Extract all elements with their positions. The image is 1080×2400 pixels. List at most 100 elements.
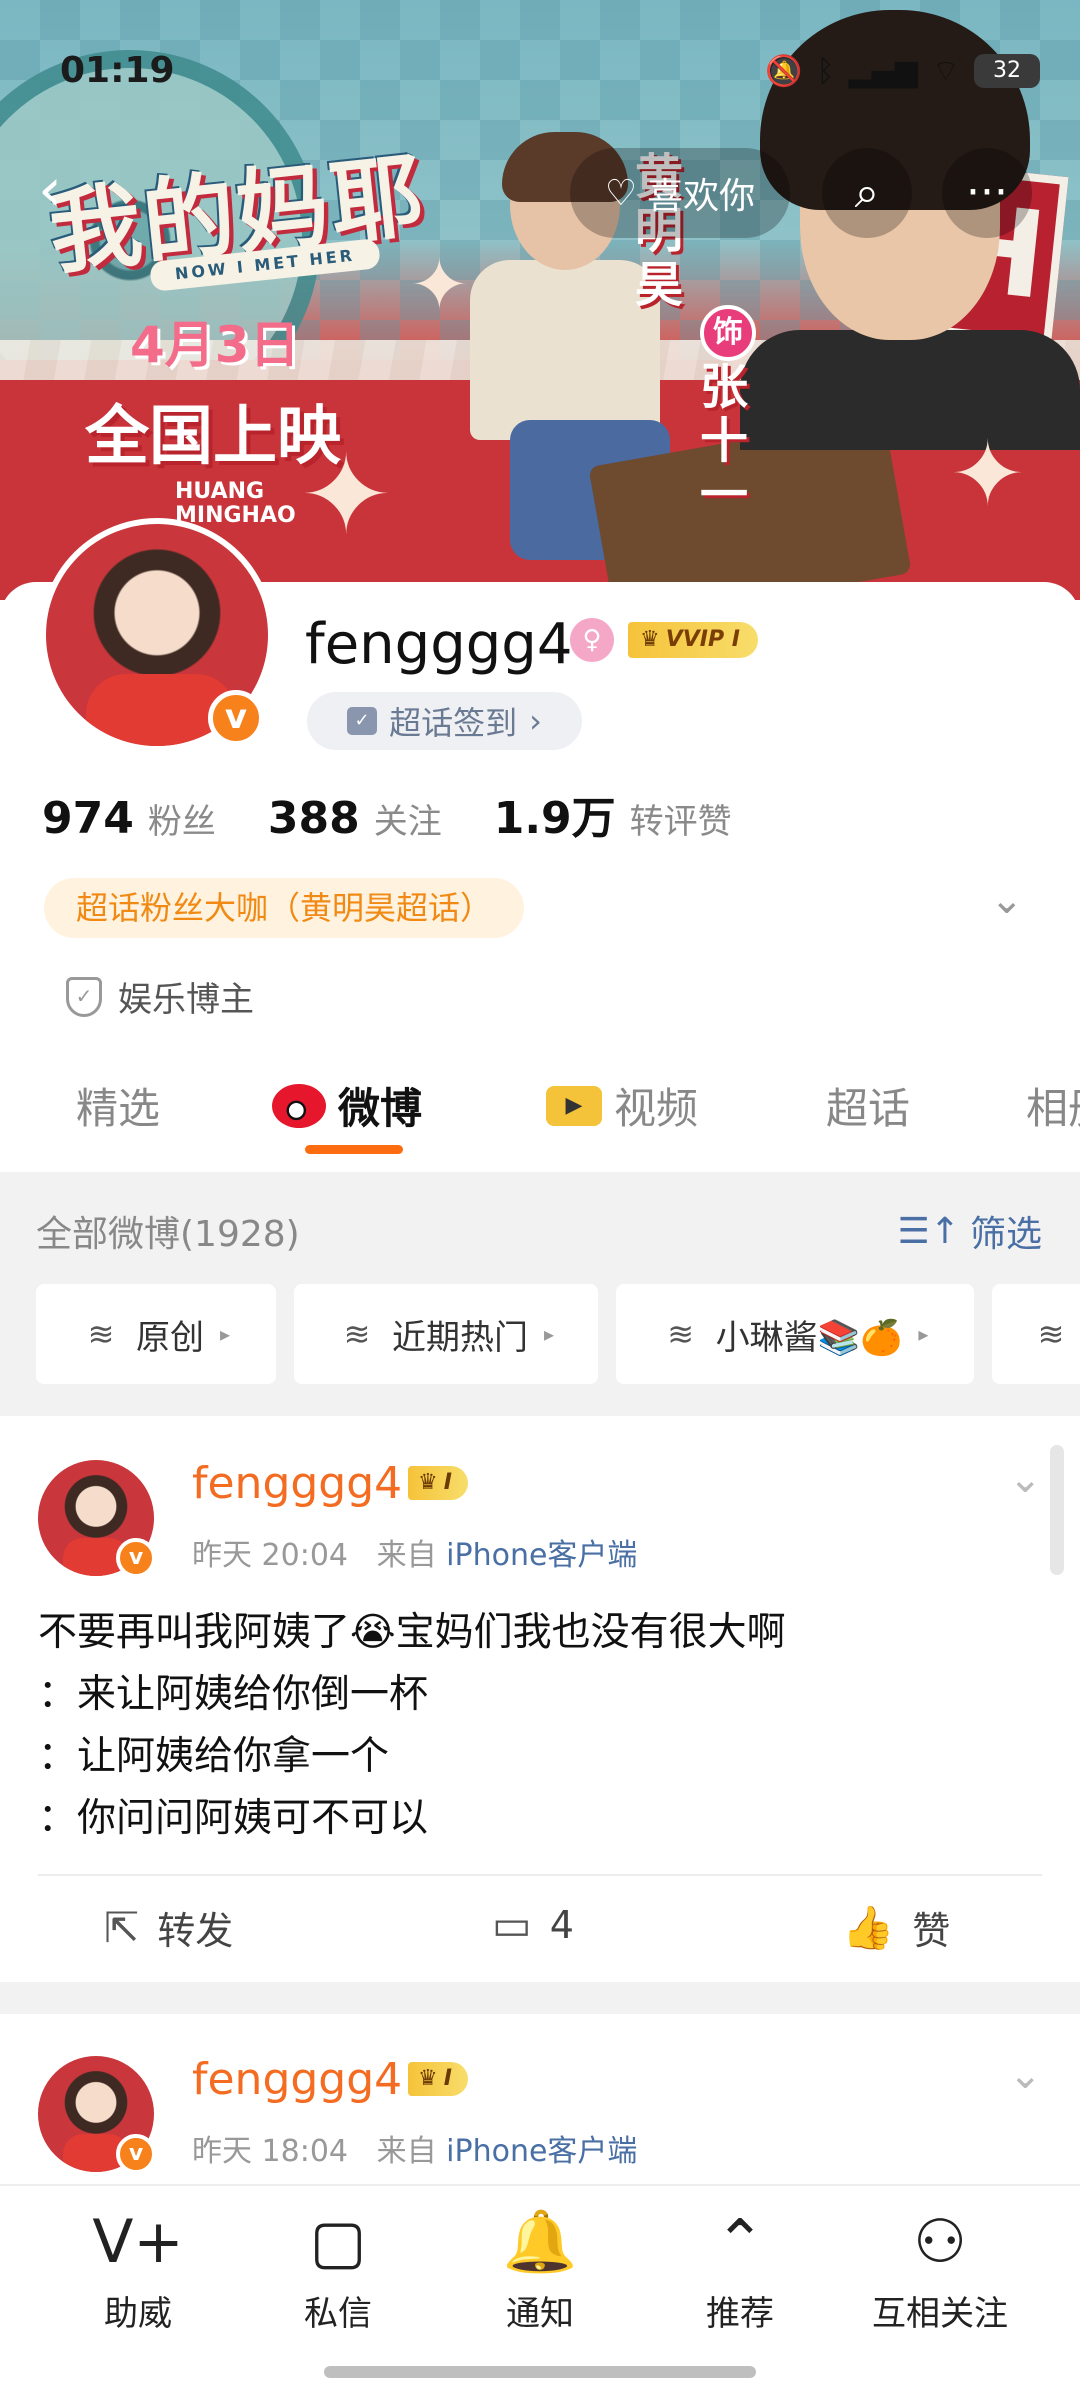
sparkle-icon: ✦ bbox=[300, 431, 393, 559]
bell-icon: 🔔 bbox=[502, 2207, 578, 2277]
stat-interactions[interactable]: 1.9万 转评赞 bbox=[494, 782, 732, 846]
layers-icon: ≋ bbox=[667, 1315, 695, 1353]
wifi-icon: ⌔ bbox=[931, 54, 960, 89]
profile-username: fengggg4 bbox=[305, 612, 573, 677]
feed-title: 全部微博(1928) bbox=[36, 1214, 300, 1255]
stat-value: 1.9万 bbox=[493, 793, 616, 844]
scrollbar[interactable] bbox=[1050, 1445, 1064, 1575]
like-label: 赞 bbox=[912, 1909, 951, 1953]
home-indicator[interactable] bbox=[324, 2366, 756, 2378]
supertopic-fan-badge[interactable]: 超话粉丝大咖（黄明昊超话） bbox=[44, 878, 525, 938]
filter-sort-icon: ☰↑ bbox=[897, 1210, 960, 1252]
filter-chip-trending[interactable]: ≋ 近期热门 ▸ bbox=[294, 1284, 598, 1384]
thumbs-up-icon: 👍 bbox=[842, 1902, 895, 1952]
bluetooth-icon: ᛒ bbox=[816, 53, 835, 89]
crown-icon: ♛ bbox=[418, 1470, 438, 1495]
nav-label: 互相关注 bbox=[872, 2294, 1008, 2334]
tab-label: 视频 bbox=[614, 1084, 699, 1133]
stat-label: 粉丝 bbox=[147, 802, 216, 842]
post-source[interactable]: iPhone客户端 bbox=[446, 1538, 637, 1573]
tab-label: 微博 bbox=[338, 1084, 423, 1133]
nav-messages[interactable]: ▢ 私信 bbox=[258, 2200, 418, 2335]
post-source[interactable]: iPhone客户端 bbox=[446, 2134, 637, 2169]
video-icon: ▶ bbox=[546, 1085, 602, 1126]
mutual-follow-icon: ⚇ bbox=[913, 2207, 967, 2277]
filter-chip-original[interactable]: ≋ 原创 ▸ bbox=[36, 1284, 276, 1384]
more-icon: ··· bbox=[966, 167, 1008, 218]
tab-video[interactable]: ▶ 视频 bbox=[546, 1075, 698, 1136]
nav-recommend[interactable]: ⌃ 推荐 bbox=[660, 2200, 820, 2335]
movie-date: 4月3日 bbox=[130, 316, 300, 374]
tab-album[interactable]: 相册 bbox=[1026, 1075, 1080, 1136]
post-line: ：你问问阿姨可不可以 bbox=[38, 1796, 429, 1841]
back-icon: ‹ bbox=[38, 155, 62, 225]
vip-badge[interactable]: ♛ I bbox=[408, 2062, 468, 2096]
like-button[interactable]: ♡ 喜欢你 bbox=[570, 148, 790, 238]
post-options-chevron-icon[interactable]: ⌄ bbox=[1008, 2052, 1042, 2098]
share-icon: ⇱ bbox=[104, 1903, 140, 1952]
chip-arrow-icon: ▸ bbox=[918, 1322, 929, 1346]
apple-icon: ♡ bbox=[604, 172, 638, 214]
post-author[interactable]: fengggg4 bbox=[192, 2054, 402, 2105]
layers-icon: ≋ bbox=[1037, 1315, 1065, 1353]
vip-label: VVIP I bbox=[665, 627, 740, 652]
crown-icon: ♛ bbox=[418, 2066, 438, 2091]
chip-label: 小琳酱📚🍊 bbox=[715, 1317, 903, 1358]
nav-notifications[interactable]: 🔔 通知 bbox=[460, 2200, 620, 2335]
weibo-logo-icon bbox=[272, 1083, 326, 1128]
post-card[interactable]: v fengggg4 ♛ I ⌄ 昨天 20:04 来自 iPhone客户端 不要… bbox=[0, 1416, 1080, 1982]
stat-following[interactable]: 388 关注 bbox=[268, 793, 442, 844]
tab-supertopic[interactable]: 超话 bbox=[826, 1075, 910, 1136]
vip-badge[interactable]: ♛ VVIP I bbox=[628, 622, 758, 658]
comment-count: 4 bbox=[549, 1902, 574, 1947]
sparkle-icon: ✦ bbox=[410, 244, 469, 326]
tab-featured[interactable]: 精选 bbox=[76, 1075, 160, 1136]
tab-weibo[interactable]: 微博 bbox=[272, 1075, 422, 1136]
vip-label: I bbox=[443, 2066, 452, 2091]
verified-badge-icon: v bbox=[116, 1538, 156, 1578]
active-tab-indicator bbox=[305, 1145, 403, 1154]
status-time: 01:19 bbox=[60, 50, 175, 91]
post-meta: 昨天 20:04 来自 iPhone客户端 bbox=[192, 1530, 637, 1574]
post-separator bbox=[0, 1982, 1080, 2014]
chip-label: 近期热门 bbox=[391, 1317, 528, 1358]
comment-button[interactable]: ▭ 4 bbox=[492, 1900, 574, 1949]
like-button[interactable]: 👍 赞 bbox=[842, 1900, 950, 1955]
chevron-down-icon[interactable]: ⌄ bbox=[990, 880, 1030, 920]
battery-indicator: 32 bbox=[974, 54, 1040, 88]
back-button[interactable]: ‹ bbox=[38, 160, 88, 220]
stat-label: 关注 bbox=[373, 802, 442, 842]
layers-icon: ≋ bbox=[343, 1315, 371, 1353]
tab-label: 相册 bbox=[1026, 1084, 1080, 1133]
actor-english-name-line1: HUANG bbox=[175, 479, 265, 504]
post-card[interactable]: v fengggg4 ♛ I ⌄ 昨天 18:04 来自 iPhone客户端 bbox=[0, 2014, 1080, 2184]
cheer-icon: V+ bbox=[92, 2207, 184, 2277]
tab-label: 超话 bbox=[826, 1084, 911, 1133]
post-from: 来自 bbox=[376, 2134, 437, 2169]
stat-followers[interactable]: 974 粉丝 bbox=[42, 793, 216, 844]
more-button[interactable]: ··· bbox=[942, 148, 1032, 238]
nav-label: 推荐 bbox=[706, 2294, 774, 2334]
signal-icon: ▂▄▆ bbox=[848, 53, 918, 89]
filter-button[interactable]: ☰↑ 筛选 bbox=[898, 1205, 1042, 1257]
blogger-tag-label: 娱乐博主 bbox=[118, 980, 254, 1020]
layers-icon: ≋ bbox=[87, 1315, 115, 1353]
nav-mutual-follow[interactable]: ⚇ 互相关注 bbox=[860, 2200, 1020, 2335]
stat-label: 转评赞 bbox=[629, 802, 732, 842]
filter-chip-custom[interactable]: ≋ 小琳酱📚🍊 ▸ bbox=[616, 1284, 974, 1384]
repost-button[interactable]: ⇱ 转发 bbox=[104, 1900, 233, 1955]
search-button[interactable]: ⌕ bbox=[822, 148, 912, 238]
filter-chip-more[interactable]: ≋ bbox=[992, 1284, 1080, 1384]
stat-value: 388 bbox=[267, 793, 360, 844]
supertopic-checkin-button[interactable]: ✓ 超话签到 › bbox=[307, 692, 582, 750]
post-author[interactable]: fengggg4 bbox=[192, 1458, 402, 1509]
blogger-tag: ✓ 娱乐博主 bbox=[66, 972, 254, 1021]
nav-cheer[interactable]: V+ 助威 bbox=[58, 2200, 218, 2335]
chip-arrow-icon: ▸ bbox=[543, 1322, 555, 1346]
verified-badge-icon: v bbox=[116, 2134, 156, 2174]
crown-icon: ♛ bbox=[640, 627, 660, 652]
vip-badge[interactable]: ♛ I bbox=[408, 1466, 468, 1500]
post-options-chevron-icon[interactable]: ⌄ bbox=[1008, 1456, 1042, 1502]
profile-stats: 974 粉丝 388 关注 1.9万 转评赞 bbox=[42, 782, 732, 846]
post-body[interactable]: 不要再叫我阿姨了😭宝妈们我也没有很大啊 ：来让阿姨给你倒一杯 ：让阿姨给你拿一个… bbox=[38, 1602, 786, 1850]
